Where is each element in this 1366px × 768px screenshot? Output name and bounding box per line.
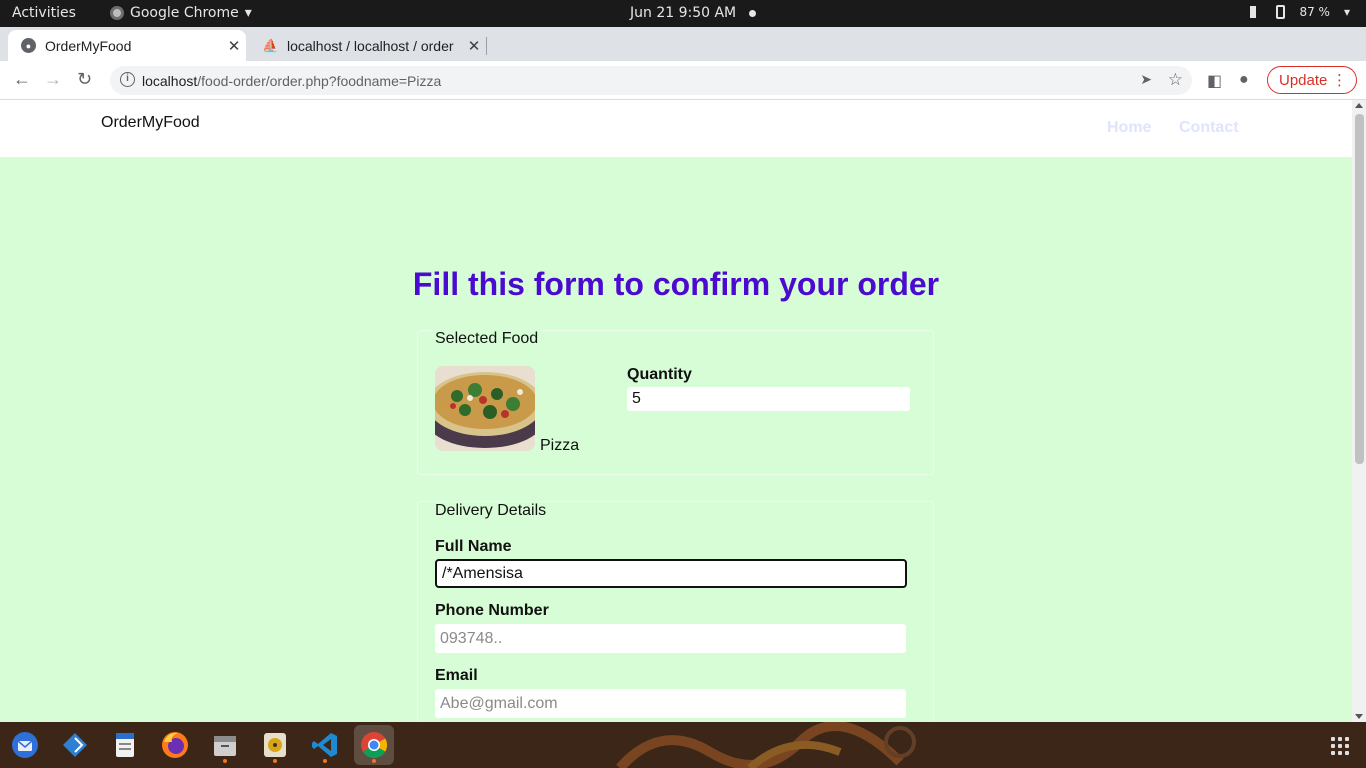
system-top-bar: Activities Google Chrome ▾ Jun 21 9:50 A…: [0, 0, 1366, 27]
running-indicator: [323, 759, 327, 763]
phone-number-label: Phone Number: [435, 602, 549, 619]
thunderbird-icon: [12, 732, 38, 758]
full-name-input[interactable]: [435, 559, 907, 588]
side-panel-icon[interactable]: ◧: [1207, 71, 1222, 91]
browser-toolbar: ← → ↻ i localhost/food-order/order.php?f…: [0, 61, 1366, 100]
text-editor-icon: [116, 733, 134, 757]
nav-home-link[interactable]: Home: [1107, 119, 1151, 137]
selected-food-legend: Selected Food: [433, 330, 541, 348]
phpmyadmin-icon: ⛵: [262, 37, 279, 53]
show-applications-icon[interactable]: [1331, 737, 1351, 755]
close-icon[interactable]: ✕: [462, 37, 486, 55]
wallpaper-art: [616, 722, 916, 768]
tab-ordermyfood[interactable]: ● OrderMyFood ✕: [8, 30, 246, 61]
system-tray[interactable]: 87 % ▾: [1250, 5, 1350, 19]
firefox-icon: [162, 732, 188, 758]
ubuntu-dock: [0, 722, 1366, 768]
address-bar[interactable]: i localhost/food-order/order.php?foodnam…: [110, 66, 1192, 95]
notification-dot: [749, 10, 756, 17]
scrollbar-thumb[interactable]: [1355, 114, 1364, 464]
page-scrollbar[interactable]: [1352, 100, 1366, 722]
phone-number-input[interactable]: [435, 624, 906, 653]
chrome-icon: [361, 732, 388, 759]
tab-title: localhost / localhost / order: [287, 37, 454, 54]
update-label: Update: [1279, 71, 1328, 89]
site-brand[interactable]: OrderMyFood: [101, 114, 200, 132]
volume-icon: [1250, 6, 1262, 18]
activities-button[interactable]: Activities: [12, 5, 76, 21]
full-name-label: Full Name: [435, 538, 512, 555]
scroll-down-arrow-icon[interactable]: [1355, 714, 1363, 719]
quantity-input[interactable]: [627, 387, 910, 411]
remmina-dock-item[interactable]: [55, 725, 95, 765]
page-viewport: OrderMyFood Home Contact Fill this form …: [0, 100, 1366, 722]
chrome-icon: [110, 6, 124, 20]
quantity-label: Quantity: [627, 366, 692, 383]
tab-title: OrderMyFood: [45, 37, 132, 54]
rhythmbox-icon: [264, 733, 286, 757]
tab-strip: ● OrderMyFood ✕ ⛵ localhost / localhost …: [0, 27, 1366, 82]
scroll-up-arrow-icon[interactable]: [1355, 103, 1363, 108]
running-indicator: [223, 759, 227, 763]
delivery-details-legend: Delivery Details: [433, 502, 549, 520]
tab-phpmyadmin[interactable]: ⛵ localhost / localhost / order ✕: [250, 30, 487, 61]
running-indicator: [372, 759, 376, 763]
site-header: OrderMyFood Home Contact: [0, 100, 1352, 157]
globe-icon: ●: [21, 38, 36, 53]
close-icon[interactable]: ✕: [222, 37, 246, 55]
vscode-icon: [312, 733, 337, 757]
files-dock-item[interactable]: [205, 725, 245, 765]
page-title: Fill this form to confirm your order: [412, 266, 940, 302]
send-icon[interactable]: ➤: [1140, 71, 1152, 88]
email-input[interactable]: [435, 689, 906, 718]
files-icon: [214, 736, 236, 756]
battery-icon: [1276, 5, 1286, 19]
more-menu-icon[interactable]: ⋮: [1332, 71, 1347, 89]
nav-contact-link[interactable]: Contact: [1179, 119, 1239, 137]
running-indicator: [273, 759, 277, 763]
update-button[interactable]: Update ⋮: [1267, 66, 1357, 94]
remmina-icon: [63, 733, 87, 757]
chrome-dock-item[interactable]: [354, 725, 394, 765]
caret-down-icon: ▾: [1343, 5, 1350, 19]
forward-icon[interactable]: →: [44, 69, 62, 90]
caret-down-icon: ▾: [244, 5, 252, 21]
site-info-icon[interactable]: i: [120, 72, 135, 87]
rhythmbox-dock-item[interactable]: [255, 725, 295, 765]
email-label: Email: [435, 667, 478, 684]
firefox-dock-item[interactable]: [155, 725, 195, 765]
url-text[interactable]: localhost/food-order/order.php?foodname=…: [142, 73, 441, 89]
vscode-dock-item[interactable]: [305, 725, 345, 765]
clock[interactable]: Jun 21 9:50 AM: [630, 5, 736, 21]
battery-percent: 87 %: [1299, 5, 1330, 19]
thunderbird-dock-item[interactable]: [5, 725, 45, 765]
food-name: Pizza: [540, 437, 580, 454]
profile-icon[interactable]: ●: [1239, 71, 1249, 89]
text-editor-dock-item[interactable]: [105, 725, 145, 765]
bookmark-star-icon[interactable]: ☆: [1168, 70, 1183, 90]
reload-icon[interactable]: ↻: [77, 69, 92, 90]
app-menu[interactable]: Google Chrome ▾: [110, 5, 252, 21]
app-menu-label: Google Chrome: [130, 5, 239, 21]
back-icon[interactable]: ←: [13, 69, 31, 90]
food-image: [435, 366, 535, 451]
